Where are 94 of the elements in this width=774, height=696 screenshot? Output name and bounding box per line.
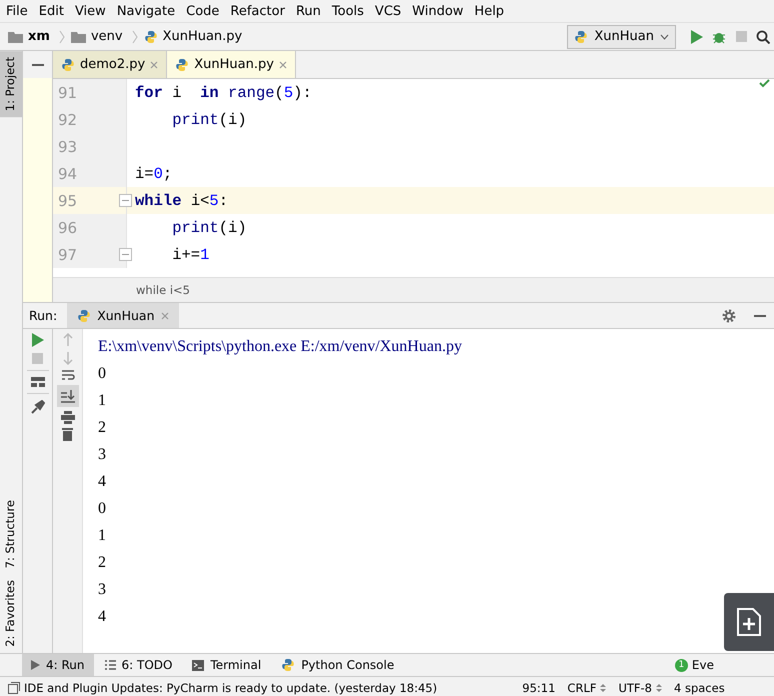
python-icon	[61, 58, 75, 72]
menu-item[interactable]: Help	[470, 4, 512, 18]
scroll-to-end-icon[interactable]	[56, 385, 78, 407]
line-number: 93	[58, 138, 78, 156]
tool-window-tab[interactable]: 2: Favorites	[0, 574, 22, 653]
line-number: 97	[58, 246, 78, 264]
console-line: 2	[98, 553, 106, 573]
soft-wrap-icon[interactable]	[60, 369, 74, 381]
console-line: E:\xm\venv\Scripts\python.exe E:/xm/venv/XunHuan.py	[98, 337, 462, 357]
close-icon[interactable]	[278, 60, 287, 68]
trash-icon[interactable]	[62, 428, 73, 441]
tool-window-tab[interactable]: 6: TODO	[96, 654, 182, 676]
code-line: i+=1	[171, 246, 210, 264]
event-log-tab[interactable]: 1 Eve	[674, 658, 714, 672]
caret-position[interactable]: 95:11	[522, 680, 556, 694]
menu-item[interactable]: File	[2, 4, 35, 18]
python-icon	[144, 30, 158, 44]
minimize-icon[interactable]	[754, 314, 766, 316]
menu-item[interactable]: Refactor	[226, 4, 292, 18]
menu-item[interactable]: VCS	[370, 4, 408, 18]
run-tab[interactable]: XunHuan	[67, 303, 178, 328]
folder-icon	[8, 30, 23, 42]
code-line: for i in range(5):	[134, 84, 312, 102]
minimize-icon[interactable]	[32, 64, 44, 66]
settings-icon[interactable]	[722, 308, 736, 322]
line-number: 95	[58, 192, 78, 210]
console-line: 4	[98, 607, 106, 627]
status-message: IDE and Plugin Updates: PyCharm is ready to update. (yesterday 18:45)	[24, 680, 438, 694]
run-icon[interactable]	[691, 30, 703, 44]
new-file-button[interactable]	[724, 593, 774, 651]
line-number: 91	[58, 84, 78, 102]
tool-window-tab[interactable]: Python Console	[272, 654, 404, 676]
indent-setting[interactable]: 4 spaces	[674, 680, 774, 694]
minus-icon	[122, 254, 129, 255]
editor-tab[interactable]: XunHuan.py	[167, 51, 296, 78]
chevron-icon	[132, 30, 138, 44]
play-icon	[31, 660, 40, 670]
check-icon	[759, 79, 770, 88]
breadcrumb-item[interactable]: XunHuan.py	[162, 29, 242, 44]
console-line: 3	[98, 580, 106, 600]
pin-icon[interactable]	[30, 400, 44, 414]
console-line: 1	[98, 526, 106, 546]
code-line: while i<5:	[134, 192, 228, 210]
tool-window-tab[interactable]: 4: Run	[22, 654, 94, 676]
code-line: i=0;	[134, 164, 172, 182]
code-line: print(i)	[171, 110, 247, 128]
search-icon[interactable]	[756, 30, 770, 44]
menu-item[interactable]: Tools	[328, 4, 371, 18]
caret-icon	[660, 34, 669, 40]
python-icon	[175, 58, 190, 72]
menu-item[interactable]: Window	[408, 4, 470, 18]
minus-icon	[122, 200, 129, 201]
new-file-icon	[737, 608, 761, 636]
menu-item[interactable]: View	[70, 4, 113, 18]
console-line: 0	[98, 364, 106, 384]
editor-tab[interactable]: demo2.py	[53, 51, 168, 78]
console-line: 2	[98, 418, 106, 438]
window-icon[interactable]	[8, 682, 20, 694]
fold-marker[interactable]	[119, 194, 132, 207]
line-number: 94	[58, 164, 78, 182]
tool-window-tab[interactable]: 7: Structure	[0, 494, 22, 574]
menu-item[interactable]: Edit	[34, 4, 71, 18]
python-icon	[281, 658, 296, 672]
menu-item[interactable]: Navigate	[112, 4, 182, 18]
list-icon	[104, 660, 116, 670]
layout-icon[interactable]	[30, 377, 44, 387]
code-breadcrumb[interactable]: while i<5	[136, 283, 190, 297]
console-line: 1	[98, 391, 106, 411]
line-separator[interactable]: CRLF	[567, 680, 596, 694]
run-configuration-dropdown[interactable]: XunHuan	[567, 24, 676, 48]
up-down-icon	[656, 682, 662, 692]
python-icon	[77, 308, 92, 322]
chevron-icon	[58, 30, 65, 44]
print-icon[interactable]	[60, 411, 74, 424]
console-line: 3	[98, 445, 106, 465]
code-line: print(i)	[171, 218, 247, 236]
encoding[interactable]: UTF-8	[618, 680, 652, 694]
menu-item[interactable]: Run	[292, 4, 328, 18]
menu-item[interactable]: Code	[182, 4, 226, 18]
breadcrumb-item[interactable]: xm	[28, 29, 50, 44]
tool-window-tab[interactable]: 1: Project	[0, 51, 22, 118]
python-icon	[574, 30, 588, 44]
folder-icon	[70, 30, 86, 42]
line-number: 92	[58, 110, 78, 128]
line-number: 96	[58, 218, 78, 236]
terminal-icon	[192, 660, 204, 670]
tool-window-tab[interactable]: Terminal	[183, 654, 270, 676]
fold-marker[interactable]	[119, 248, 132, 261]
breadcrumb-item[interactable]: venv	[90, 29, 123, 44]
up-down-icon	[600, 682, 606, 692]
console-line: 0	[98, 499, 106, 519]
console-line: 4	[98, 472, 106, 492]
panel-title: Run:	[29, 308, 58, 323]
run-icon[interactable]	[32, 333, 44, 347]
